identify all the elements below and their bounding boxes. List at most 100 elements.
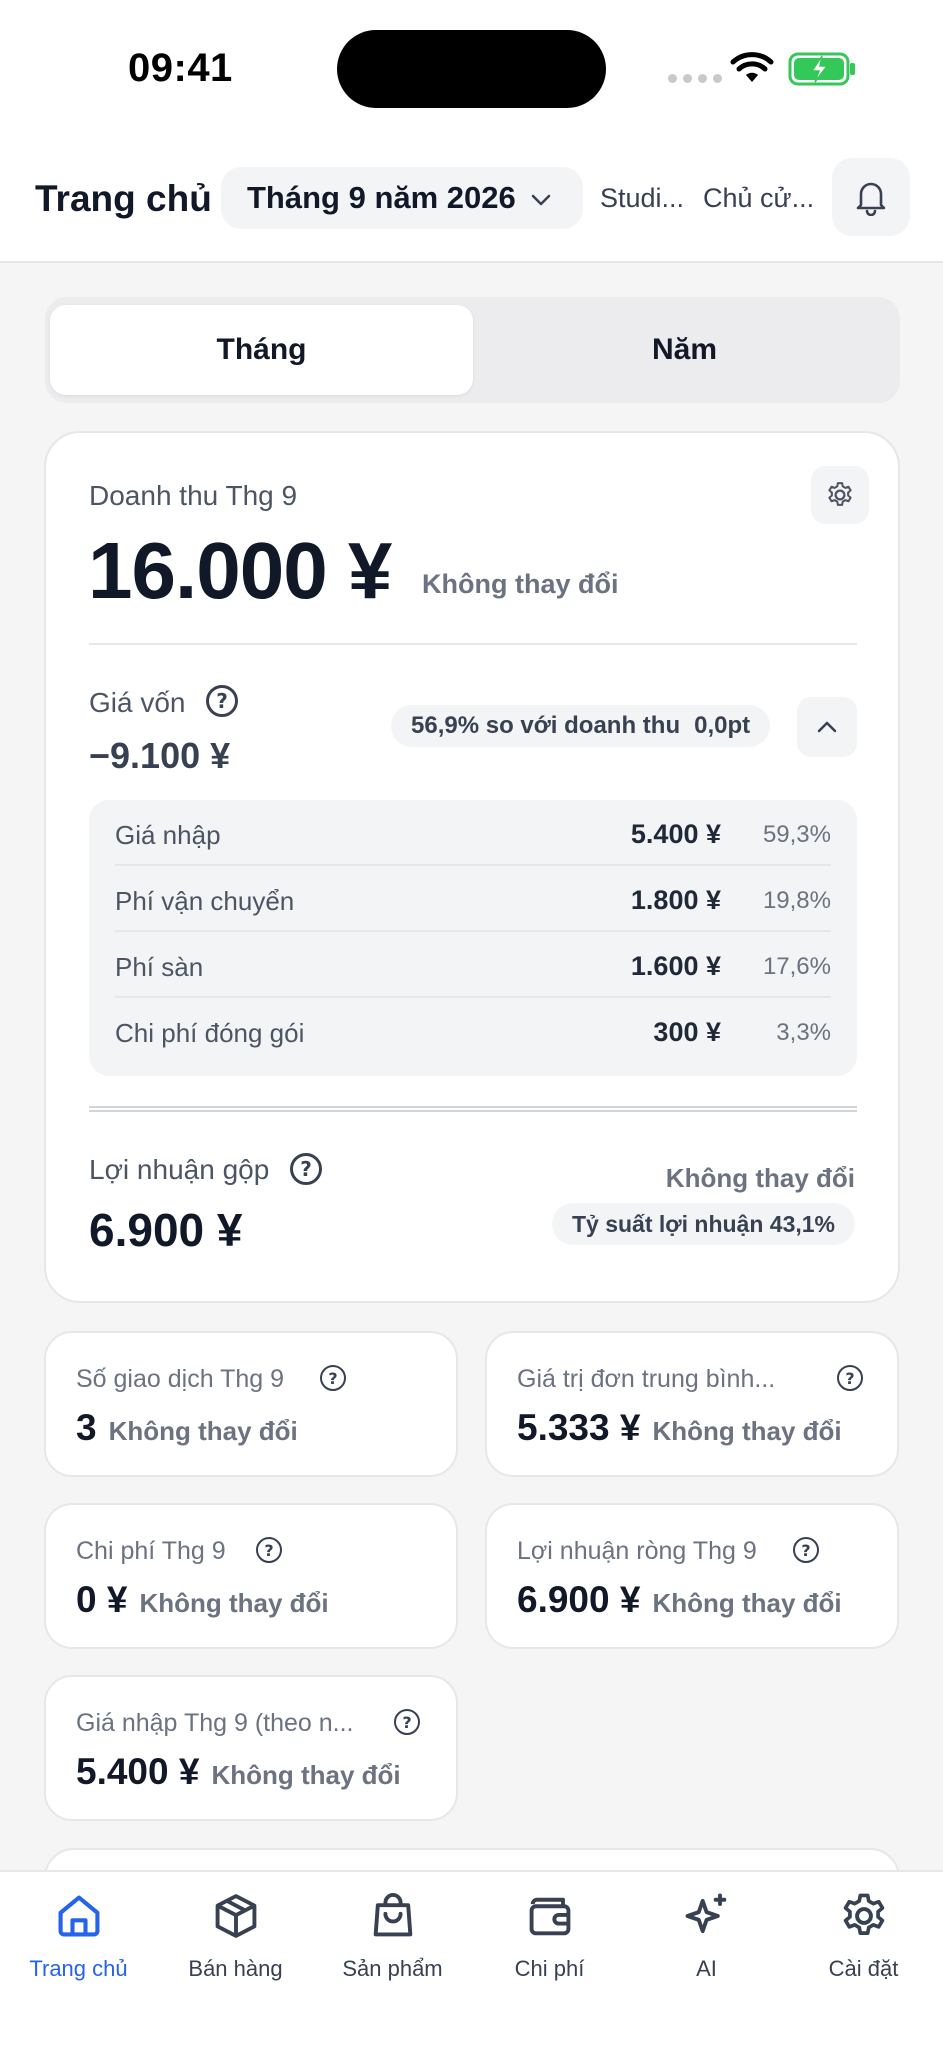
breakdown-row: Phí sàn 1.600 ¥ 17,6% (115, 932, 831, 998)
nav-home[interactable]: Trang chủ (0, 1886, 157, 1982)
metric-value: 0 ¥ (76, 1579, 128, 1620)
wifi-icon (730, 52, 774, 82)
period-segmented-control: Tháng Năm (45, 297, 900, 403)
cogs-help-icon[interactable]: ? (206, 685, 238, 717)
metric-value: 6.900 ¥ (517, 1579, 641, 1620)
wallet-icon (520, 1886, 580, 1946)
breakdown-label: Phí sàn (115, 952, 204, 982)
status-time: 09:41 (128, 46, 233, 90)
gear-icon (834, 1886, 894, 1946)
nav-label: Chi phí (514, 1956, 585, 1981)
nav-label: AI (696, 1956, 717, 1981)
help-icon[interactable]: ? (837, 1365, 863, 1391)
revenue-label: Doanh thu Thg 9 (89, 480, 298, 511)
metric-change: Không thay đổi (652, 1588, 842, 1618)
collapse-breakdown-button[interactable] (797, 697, 857, 757)
revenue-summary-card: Doanh thu Thg 9 16.000 ¥ Không thay đổi … (44, 431, 900, 1303)
breakdown-amount: 1.800 ¥ (630, 885, 721, 915)
card-settings-button[interactable] (811, 466, 869, 524)
double-divider (89, 1106, 857, 1112)
profit-margin-badge: Tỷ suất lợi nhuận 43,1% (551, 1203, 855, 1245)
owner-selector[interactable]: Chủ cử... (703, 183, 814, 214)
breakdown-label: Giá nhập (115, 820, 221, 850)
breakdown-row: Chi phí đóng gói 300 ¥ 3,3% (115, 998, 831, 1064)
help-icon[interactable]: ? (394, 1709, 420, 1735)
metric-change: Không thay đổi (211, 1760, 401, 1790)
metric-card-net-profit[interactable]: Lợi nhuận ròng Thg 9 ? 6.900 ¥ Không tha… (485, 1503, 899, 1649)
metric-change: Không thay đổi (139, 1588, 329, 1618)
dynamic-island (337, 30, 606, 108)
chevron-down-icon (531, 194, 551, 206)
month-selector-label: Tháng 9 năm 2026 (247, 180, 516, 215)
metric-label: Số giao dịch Thg 9 (76, 1365, 285, 1393)
metric-value: 5.400 ¥ (76, 1751, 200, 1792)
gross-profit-help-icon[interactable]: ? (290, 1153, 322, 1185)
breakdown-label: Phí vận chuyển (115, 886, 295, 916)
metric-value-row: 5.400 ¥ Không thay đổi (76, 1751, 401, 1793)
shopping-bag-icon (363, 1886, 423, 1946)
divider (89, 643, 857, 645)
nav-products[interactable]: Sản phẩm (314, 1886, 471, 1982)
tab-month[interactable]: Tháng (50, 305, 473, 395)
top-header: Trang chủ Tháng 9 năm 2026 Studi... Chủ … (0, 130, 943, 263)
bottom-navigation: Trang chủ Bán hàng Sản phẩm Chi phí AI C… (0, 1870, 943, 2049)
metric-card-expenses[interactable]: Chi phí Thg 9 ? 0 ¥ Không thay đổi (44, 1503, 458, 1649)
gross-profit-label: Lợi nhuận gộp (89, 1154, 270, 1185)
breakdown-amount: 5.400 ¥ (630, 819, 721, 849)
chevron-up-icon (817, 721, 837, 733)
cogs-ratio-badge: 56,9% so với doanh thu 0,0pt (391, 705, 771, 747)
gross-profit-value: 6.900 ¥ (89, 1204, 243, 1256)
metric-change: Không thay đổi (652, 1416, 842, 1446)
nav-label: Cài đặt (828, 1956, 899, 1981)
box-icon (206, 1886, 266, 1946)
cellular-signal-icon (668, 74, 722, 83)
metric-label: Giá nhập Thg 9 (theo n... (76, 1709, 354, 1737)
metric-card-purchase-cost[interactable]: Giá nhập Thg 9 (theo n... ? 5.400 ¥ Khôn… (44, 1675, 458, 1821)
metric-value-row: 6.900 ¥ Không thay đổi (517, 1579, 842, 1621)
cogs-breakdown: Giá nhập 5.400 ¥ 59,3% Phí vận chuyển 1.… (89, 800, 857, 1076)
nav-settings[interactable]: Cài đặt (785, 1886, 942, 1982)
breakdown-percent: 59,3% (762, 821, 831, 848)
metric-value-row: 0 ¥ Không thay đổi (76, 1579, 329, 1621)
help-icon[interactable]: ? (256, 1537, 282, 1563)
cogs-label: Giá vốn (89, 687, 186, 718)
page-title: Trang chủ (35, 178, 212, 219)
help-icon[interactable]: ? (793, 1537, 819, 1563)
breakdown-amount: 1.600 ¥ (630, 951, 721, 981)
nav-expenses[interactable]: Chi phí (471, 1886, 628, 1982)
metric-value-row: 3 Không thay đổi (76, 1407, 298, 1449)
cogs-value: −9.100 ¥ (89, 735, 231, 776)
metric-card-transactions[interactable]: Số giao dịch Thg 9 ? 3 Không thay đổi (44, 1331, 458, 1477)
nav-label: Bán hàng (188, 1956, 283, 1981)
breakdown-row: Phí vận chuyển 1.800 ¥ 19,8% (115, 866, 831, 932)
breakdown-row: Giá nhập 5.400 ¥ 59,3% (115, 800, 831, 866)
nav-ai[interactable]: AI (628, 1886, 785, 1982)
month-selector[interactable]: Tháng 9 năm 2026 (221, 167, 583, 229)
metric-label: Chi phí Thg 9 (76, 1537, 226, 1565)
status-bar: 09:41 (0, 0, 943, 130)
store-selector[interactable]: Studi... (600, 183, 684, 214)
tab-year[interactable]: Năm (473, 305, 896, 395)
metric-value: 3 (76, 1407, 97, 1448)
breakdown-label: Chi phí đóng gói (115, 1018, 305, 1048)
breakdown-amount: 300 ¥ (653, 1017, 721, 1047)
sparkles-icon (677, 1886, 737, 1946)
nav-label: Sản phẩm (342, 1956, 443, 1981)
metric-card-average-order[interactable]: Giá trị đơn trung bình... ? 5.333 ¥ Khôn… (485, 1331, 899, 1477)
breakdown-percent: 3,3% (776, 1019, 831, 1046)
breakdown-percent: 17,6% (762, 953, 831, 980)
metric-change: Không thay đổi (108, 1416, 298, 1446)
gross-profit-change: Không thay đổi (665, 1163, 855, 1193)
gear-icon (828, 482, 852, 506)
breakdown-percent: 19,8% (762, 887, 831, 914)
revenue-value: 16.000 ¥ (88, 526, 392, 615)
metric-label: Giá trị đơn trung bình... (517, 1365, 776, 1393)
cogs-ratio-change: 0,0pt (694, 712, 751, 739)
nav-sales[interactable]: Bán hàng (157, 1886, 314, 1982)
notifications-button[interactable] (832, 158, 910, 236)
metric-value: 5.333 ¥ (517, 1407, 641, 1448)
metric-label: Lợi nhuận ròng Thg 9 (517, 1537, 757, 1565)
help-icon[interactable]: ? (320, 1365, 346, 1391)
nav-label: Trang chủ (29, 1956, 128, 1981)
battery-charging-icon (788, 52, 855, 86)
